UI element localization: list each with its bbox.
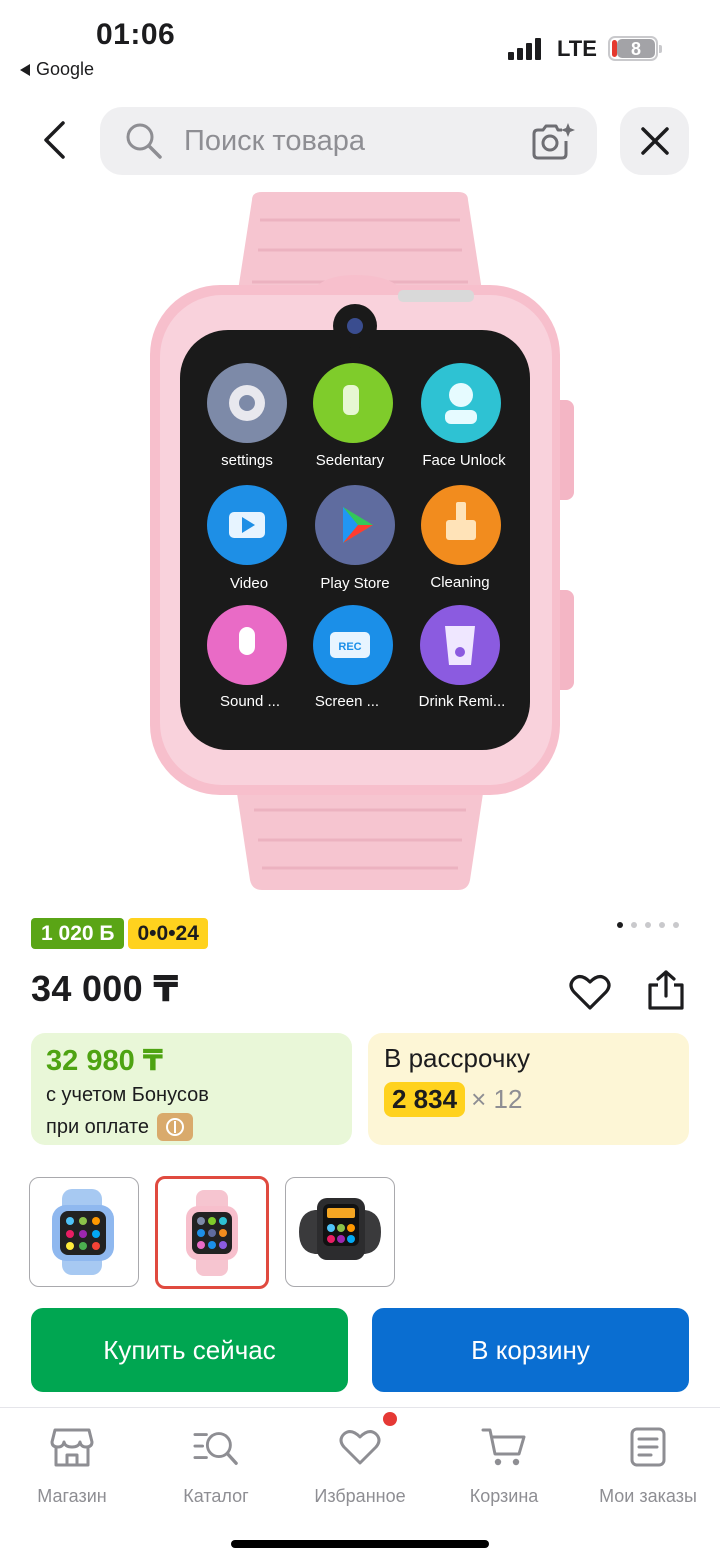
search-input[interactable]	[184, 124, 504, 158]
svg-text:Screen ...: Screen ...	[315, 693, 379, 710]
blue-watch-thumbnail-image	[52, 1189, 114, 1275]
close-icon	[640, 127, 669, 155]
notification-dot	[383, 1412, 397, 1426]
installment-monthly-amount: 2 834	[384, 1082, 466, 1117]
search-bar[interactable]	[100, 107, 597, 175]
back-triangle-icon	[20, 63, 30, 76]
svg-text:Video: Video	[230, 575, 268, 592]
share-button[interactable]	[640, 964, 692, 1016]
bonus-price: 32 980 ₸	[46, 1045, 163, 1077]
variant-thumbnail-black[interactable]	[285, 1177, 395, 1287]
status-time: 01:06	[96, 18, 176, 51]
promo-badges: 1 020 Б 0•0•24	[31, 918, 208, 949]
network-type: LTE	[557, 36, 597, 61]
installment-card[interactable]: В рассрочку 2 834 × 12	[368, 1033, 689, 1145]
pink-watch-thumbnail-image	[186, 1189, 238, 1276]
tab-cart[interactable]: Корзина	[432, 1424, 576, 1507]
image-pager[interactable]	[617, 922, 679, 928]
store-icon	[49, 1424, 95, 1470]
signal-strength-icon	[508, 36, 541, 60]
camera-sparkle-icon	[532, 123, 575, 160]
pager-dot[interactable]	[631, 922, 637, 928]
svg-text:Play Store: Play Store	[320, 575, 389, 592]
orders-icon	[625, 1424, 671, 1470]
favorite-button[interactable]	[564, 966, 616, 1018]
variant-thumbnail-pink[interactable]	[155, 1176, 269, 1289]
cart-icon	[481, 1424, 527, 1470]
svg-text:settings: settings	[221, 452, 273, 469]
bonus-note: с учетом Бонусов	[46, 1084, 209, 1106]
chevron-left-icon	[44, 121, 65, 159]
installment-badge: 0•0•24	[128, 918, 208, 949]
tab-favorites[interactable]: Избранное	[288, 1412, 432, 1507]
status-bar: 01:06 Google LTE 8	[0, 0, 720, 90]
installment-months: × 12	[471, 1084, 523, 1114]
black-watch-thumbnail-image	[299, 1198, 381, 1260]
svg-text:Face Unlock: Face Unlock	[422, 452, 506, 469]
smartwatch-image: settings Sedentary Face Unlock Video Pla…	[150, 192, 574, 890]
battery-icon: 8	[608, 36, 662, 61]
tab-label: Корзина	[469, 1486, 539, 1506]
pager-dot[interactable]	[617, 922, 623, 928]
add-to-cart-button[interactable]: В корзину	[372, 1308, 689, 1392]
heart-icon	[569, 975, 611, 1010]
variant-thumbnail-blue[interactable]	[29, 1177, 139, 1287]
bottom-tab-bar: Магазин Каталог Избранное Корзина Мои за…	[0, 1407, 720, 1561]
installment-title: В рассрочку	[384, 1043, 531, 1073]
tab-label: Магазин	[37, 1486, 107, 1506]
close-button[interactable]	[620, 107, 689, 175]
tab-label: Избранное	[314, 1486, 406, 1506]
battery-level: 8	[617, 39, 655, 59]
back-app-label: Google	[36, 59, 95, 79]
pager-dot[interactable]	[645, 922, 651, 928]
pager-dot[interactable]	[659, 922, 665, 928]
bonus-badge: 1 020 Б	[31, 918, 125, 949]
heart-icon	[337, 1412, 397, 1470]
search-icon	[124, 121, 164, 161]
tab-label: Мои заказы	[599, 1486, 697, 1506]
tab-catalog[interactable]: Каталог	[144, 1424, 288, 1507]
tab-orders[interactable]: Мои заказы	[576, 1424, 720, 1507]
product-image[interactable]: settings Sedentary Face Unlock Video Pla…	[140, 190, 580, 895]
pager-dot[interactable]	[673, 922, 679, 928]
svg-text:Sound ...: Sound ...	[220, 693, 280, 710]
bonus-price-card[interactable]: 32 980 ₸ с учетом Бонусов при оплате	[31, 1033, 352, 1145]
back-to-app-link[interactable]: Google	[20, 59, 94, 80]
catalog-search-icon	[193, 1424, 239, 1470]
payment-note: при оплате	[46, 1115, 150, 1138]
svg-text:Sedentary: Sedentary	[316, 452, 385, 469]
camera-search-button[interactable]	[529, 119, 577, 163]
product-price: 34 000 ₸	[31, 968, 179, 1009]
svg-text:REC: REC	[338, 641, 361, 653]
tab-store[interactable]: Магазин	[0, 1424, 144, 1507]
buy-now-button[interactable]: Купить сейчас	[31, 1308, 348, 1392]
share-icon	[648, 970, 684, 1010]
payment-method-icon	[157, 1113, 194, 1141]
tab-label: Каталог	[183, 1486, 249, 1506]
svg-text:Drink Remi...: Drink Remi...	[419, 693, 506, 710]
back-button[interactable]	[24, 110, 84, 170]
svg-text:Cleaning: Cleaning	[430, 574, 489, 591]
home-indicator[interactable]	[231, 1540, 489, 1548]
